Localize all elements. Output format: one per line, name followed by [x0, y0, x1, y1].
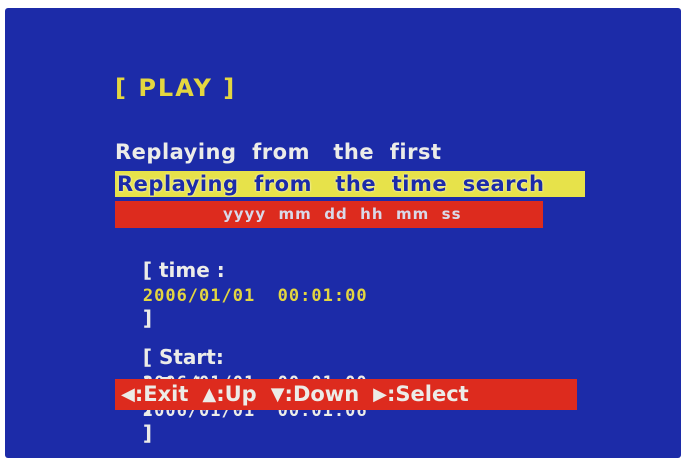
left-triangle-icon[interactable]: ◀: [121, 379, 135, 410]
time-label: [ time :: [142, 258, 225, 282]
menu-item-replay-from-time-search[interactable]: Replaying from the time search: [115, 171, 585, 197]
exit-label[interactable]: :Exit: [135, 379, 189, 410]
right-triangle-icon[interactable]: ▶: [373, 379, 387, 410]
time-format-hint: yyyy mm dd hh mm ss: [115, 201, 543, 228]
up-triangle-icon[interactable]: ▲: [202, 379, 216, 410]
select-label[interactable]: :Select: [387, 379, 469, 410]
dvr-screen: [ PLAY ] Replaying from the first Replay…: [5, 8, 681, 458]
menu-item-replay-from-first[interactable]: Replaying from the first: [115, 140, 441, 164]
down-label[interactable]: :Down: [285, 379, 360, 410]
help-bar: ◀ :Exit ▲ :Up ▼ :Down ▶ :Select: [115, 379, 577, 410]
end-bracket: ]: [142, 421, 152, 445]
up-label[interactable]: :Up: [216, 379, 256, 410]
down-triangle-icon[interactable]: ▼: [271, 379, 285, 410]
menu-title: [ PLAY ]: [115, 74, 237, 102]
time-value[interactable]: 2006/01/01 00:01:00: [143, 286, 368, 306]
